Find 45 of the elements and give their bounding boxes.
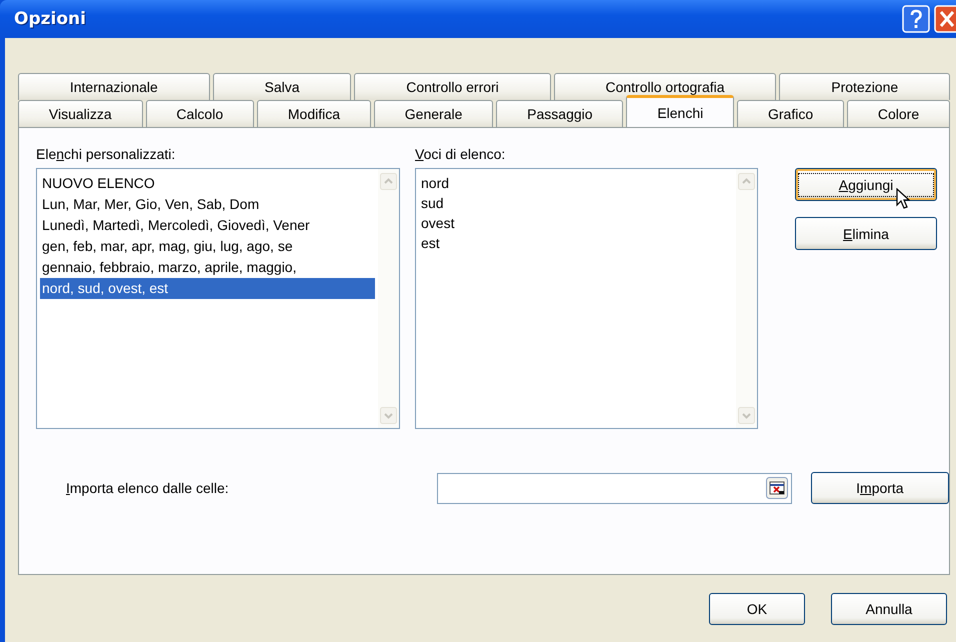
- scroll-up-icon[interactable]: [738, 173, 755, 190]
- tab[interactable]: Visualizza: [18, 100, 143, 127]
- entry-line: est: [420, 234, 441, 253]
- import-button[interactable]: Importa: [810, 472, 950, 504]
- tab[interactable]: Grafico: [737, 100, 844, 127]
- list-entries-field[interactable]: nord sud ovest est: [415, 168, 758, 429]
- side-button[interactable]: Aggiungi: [795, 168, 937, 201]
- dialog-button[interactable]: Annulla: [831, 593, 947, 625]
- import-range-field[interactable]: [436, 472, 792, 504]
- scroll-down-icon[interactable]: [738, 407, 755, 424]
- entry-line: nord: [420, 174, 450, 193]
- scrollbar[interactable]: [378, 169, 399, 428]
- mouse-cursor-icon: [896, 188, 910, 210]
- tab[interactable]: Calcolo: [146, 100, 254, 127]
- custom-lists-label: Elenchi personalizzati:: [36, 145, 176, 164]
- list-item[interactable]: gen, feb, mar, apr, mag, giu, lug, ago, se: [40, 236, 375, 257]
- list-item[interactable]: NUOVO ELENCO: [40, 173, 375, 194]
- custom-lists-listbox[interactable]: NUOVO ELENCO Lun, Mar, Mer, Gio, Ven, Sab, Dom Lunedì, Martedì, Mercoledì, Giovedì, Vener gen, feb, mar, apr, mag, giu, lug, ago, se gennaio, febbraio, marzo, aprile, maggio, nord, sud, ovest, est: [36, 168, 400, 429]
- list-item[interactable]: Lun, Mar, Mer, Gio, Ven, Sab, Dom: [40, 194, 375, 215]
- tab[interactable]: Generale: [374, 100, 494, 127]
- collapse-dialog-icon[interactable]: [766, 477, 788, 499]
- tab[interactable]: Controllo ortografia: [554, 73, 776, 100]
- scrollbar[interactable]: [736, 169, 757, 428]
- tab[interactable]: Passaggio: [496, 100, 624, 127]
- list-entries-label: Voci di elenco:: [415, 145, 506, 164]
- side-button[interactable]: Elimina: [795, 217, 937, 250]
- tab[interactable]: Protezione: [779, 73, 950, 100]
- tab[interactable]: Modifica: [257, 100, 371, 127]
- tab[interactable]: Salva: [212, 73, 352, 100]
- entry-line: sud: [420, 194, 445, 213]
- list-item[interactable]: Lunedì, Martedì, Mercoledì, Giovedì, Vener: [40, 215, 375, 236]
- tab[interactable]: Internazionale: [18, 73, 210, 100]
- tab[interactable]: Controllo errori: [354, 73, 551, 100]
- import-label: Importa elenco dalle celle:: [65, 480, 230, 496]
- window-title: Opzioni: [14, 9, 86, 29]
- dialog-button[interactable]: OK: [709, 593, 805, 625]
- tab[interactable]: Elenchi: [626, 95, 734, 127]
- tab[interactable]: Colore: [847, 100, 950, 127]
- list-item[interactable]: nord, sud, ovest, est: [40, 278, 375, 299]
- close-icon[interactable]: [934, 5, 956, 33]
- entry-line: ovest: [420, 214, 456, 233]
- help-icon[interactable]: [902, 5, 930, 33]
- scroll-down-icon[interactable]: [380, 407, 397, 424]
- scroll-up-icon[interactable]: [380, 173, 397, 190]
- list-item[interactable]: gennaio, febbraio, marzo, aprile, maggio,: [40, 257, 375, 278]
